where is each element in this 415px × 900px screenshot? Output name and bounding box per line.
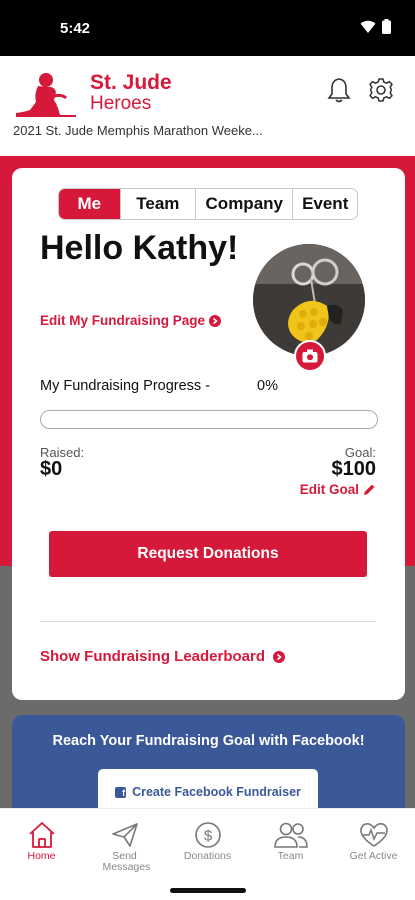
raised-amount: $0 [40,458,63,480]
event-name[interactable]: 2021 St. Jude Memphis Marathon Weeke... [13,123,298,138]
app-header: St. Jude Heroes 2021 St. Jude Memphis Ma… [0,56,415,156]
edit-goal-label: Edit Goal [299,482,359,497]
nav-send-messages-label: Send Messages [102,850,151,873]
fundraising-card: Me Team Company Event Hello Kathy! Edit … [12,168,405,700]
nav-home[interactable]: Home [0,809,83,878]
edit-page-label: Edit My Fundraising Page [40,313,206,328]
brand-name: St. Jude [90,71,172,94]
battery-icon [382,19,391,34]
nav-get-active-label: Get Active [349,850,398,862]
leaderboard-label: Show Fundraising Leaderboard [40,648,266,665]
scope-tabs: Me Team Company Event [58,188,358,220]
svg-text:$: $ [203,828,212,845]
notifications-button[interactable] [323,74,355,106]
edit-fundraising-page-link[interactable]: Edit My Fundraising Page [40,313,222,328]
nav-home-label: Home [27,850,56,862]
progress-bar [40,410,378,429]
pencil-icon [364,484,375,495]
bell-icon [327,78,351,103]
gear-icon [369,78,393,102]
nav-send-messages[interactable]: Send Messages [83,809,166,878]
brand-subname: Heroes [90,93,152,114]
status-time: 5:42 [60,20,91,37]
progress-label: My Fundraising Progress - [40,378,211,394]
nav-donations-label: Donations [183,850,232,862]
status-icons [360,19,391,34]
nav-team-label: Team [277,850,304,862]
home-gesture-handle[interactable] [170,888,246,893]
people-icon [273,822,308,848]
settings-button[interactable] [365,74,397,106]
request-donations-button[interactable]: Request Donations [49,531,367,577]
facebook-button-label: Create Facebook Fundraiser [132,785,301,799]
heart-pulse-icon [359,823,388,847]
goal-amount: $100 [331,458,377,480]
bottom-navigation: Home Send Messages $ Donations Team Get … [0,808,415,878]
chevron-right-circle-icon [209,314,222,327]
dollar-circle-icon: $ [194,822,221,848]
edit-goal-link[interactable]: Edit Goal [300,482,376,497]
facebook-promo-title: Reach Your Fundraising Goal with Faceboo… [52,733,365,749]
facebook-icon: f [115,786,127,798]
home-icon [28,822,55,848]
tab-company[interactable]: Company [195,189,292,219]
show-leaderboard-link[interactable]: Show Fundraising Leaderboard [40,648,286,665]
system-navigation-bar [0,878,415,900]
child-silhouette-logo-icon [16,73,76,117]
progress-percent: 0% [257,378,278,394]
nav-donations[interactable]: $ Donations [166,809,249,878]
nav-get-active[interactable]: Get Active [332,809,415,878]
tab-event[interactable]: Event [292,189,357,219]
greeting-heading: Hello Kathy! [40,229,239,267]
tab-me[interactable]: Me [59,189,120,219]
status-bar: 5:42 [0,0,415,56]
change-photo-button[interactable] [294,340,326,372]
tab-team[interactable]: Team [119,189,196,219]
camera-icon [302,349,318,363]
nav-team[interactable]: Team [249,809,332,878]
chevron-right-circle-icon [273,650,286,663]
paper-plane-icon [111,823,138,847]
st-jude-heroes-logo: St. Jude Heroes [14,70,172,118]
divider [40,621,376,622]
wifi-icon [360,20,376,34]
